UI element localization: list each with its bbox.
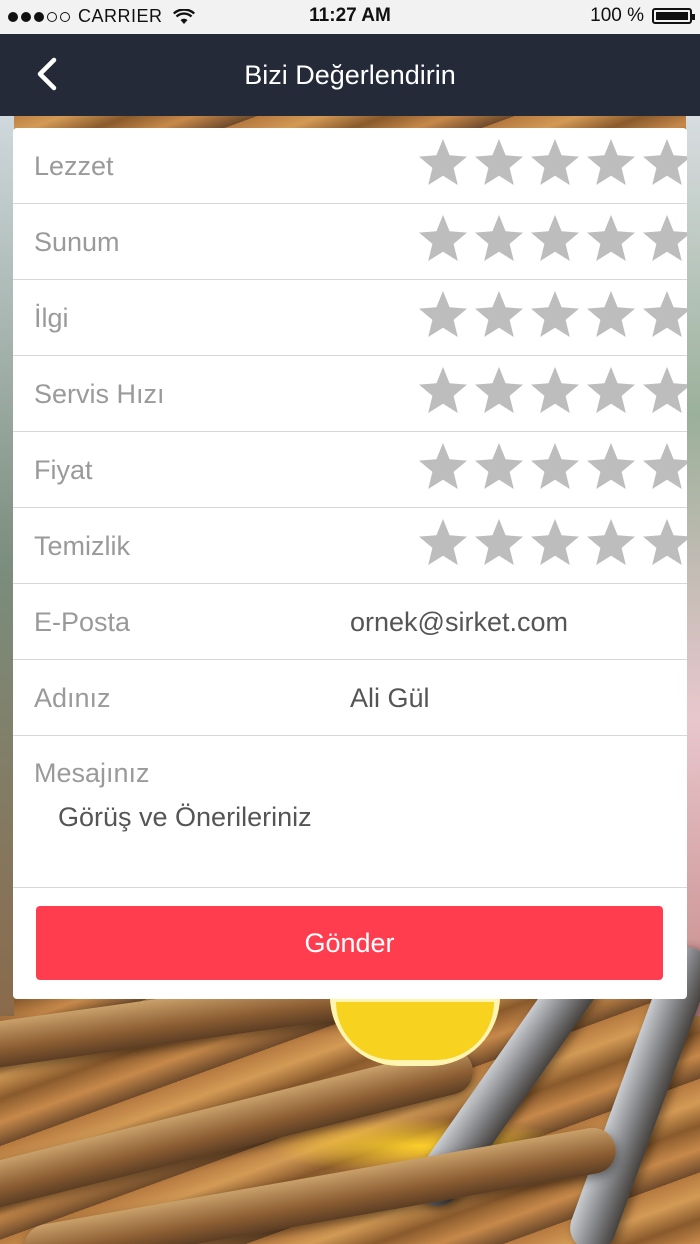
star-icon[interactable] [527, 136, 583, 192]
background-edge-left [0, 116, 14, 1016]
star-icon[interactable] [527, 440, 583, 496]
star-icon[interactable] [471, 212, 527, 268]
star-icon[interactable] [583, 288, 639, 344]
rating-form-card: Lezzet Sunum İlgi Servis Hızı Fiyat Temizlik … [13, 128, 687, 999]
rating-row: Temizlik [13, 508, 687, 584]
star-rating[interactable] [415, 516, 687, 572]
star-icon[interactable] [583, 136, 639, 192]
star-icon[interactable] [527, 364, 583, 420]
rating-label: İlgi [34, 303, 69, 333]
email-field[interactable]: ornek@sirket.com [350, 607, 568, 638]
star-icon[interactable] [639, 288, 687, 344]
rating-label: Servis Hızı [34, 379, 165, 409]
star-icon[interactable] [471, 440, 527, 496]
rating-row: İlgi [13, 280, 687, 356]
navigation-bar: Bizi Değerlendirin [0, 34, 700, 116]
rating-label: Lezzet [34, 151, 114, 181]
page-title: Bizi Değerlendirin [244, 60, 456, 90]
star-icon[interactable] [639, 212, 687, 268]
star-icon[interactable] [527, 516, 583, 572]
star-icon[interactable] [471, 364, 527, 420]
email-row: E-Posta ornek@sirket.com [13, 584, 687, 660]
email-label: E-Posta [34, 607, 131, 637]
star-icon[interactable] [527, 212, 583, 268]
star-icon[interactable] [415, 516, 471, 572]
star-icon[interactable] [583, 212, 639, 268]
star-icon[interactable] [639, 364, 687, 420]
star-icon[interactable] [471, 288, 527, 344]
star-icon[interactable] [415, 212, 471, 268]
star-rating[interactable] [415, 364, 687, 420]
submit-button[interactable]: Gönder [36, 906, 663, 980]
star-icon[interactable] [527, 288, 583, 344]
star-rating[interactable] [415, 136, 687, 192]
rating-label: Temizlik [34, 531, 131, 561]
background-lemon [330, 996, 500, 1066]
name-label: Adınız [34, 683, 111, 713]
status-bar: CARRIER 11:27 AM 100 % [0, 0, 700, 34]
star-icon[interactable] [583, 516, 639, 572]
star-icon[interactable] [639, 516, 687, 572]
star-icon[interactable] [471, 136, 527, 192]
rating-row: Lezzet [13, 128, 687, 204]
rating-row: Sunum [13, 204, 687, 280]
rating-row: Fiyat [13, 432, 687, 508]
name-field[interactable]: Ali Gül [350, 683, 430, 714]
star-rating[interactable] [415, 288, 687, 344]
star-rating[interactable] [415, 440, 687, 496]
star-icon[interactable] [639, 136, 687, 192]
star-icon[interactable] [415, 136, 471, 192]
rating-label: Fiyat [34, 455, 93, 485]
message-field[interactable]: Görüş ve Önerileriniz [58, 802, 312, 833]
background-edge-right [686, 116, 700, 1016]
star-icon[interactable] [415, 440, 471, 496]
star-rating[interactable] [415, 212, 687, 268]
rating-row: Servis Hızı [13, 356, 687, 432]
battery-icon [652, 8, 695, 24]
star-icon[interactable] [639, 440, 687, 496]
star-icon[interactable] [583, 364, 639, 420]
star-icon[interactable] [415, 288, 471, 344]
star-icon[interactable] [415, 364, 471, 420]
name-row: Adınız Ali Gül [13, 660, 687, 736]
star-icon[interactable] [471, 516, 527, 572]
message-label: Mesajınız [34, 758, 150, 788]
message-row: Mesajınız Görüş ve Önerileriniz [13, 736, 687, 888]
rating-label: Sunum [34, 227, 120, 257]
battery-percent: 100 % [590, 5, 644, 26]
star-icon[interactable] [583, 440, 639, 496]
